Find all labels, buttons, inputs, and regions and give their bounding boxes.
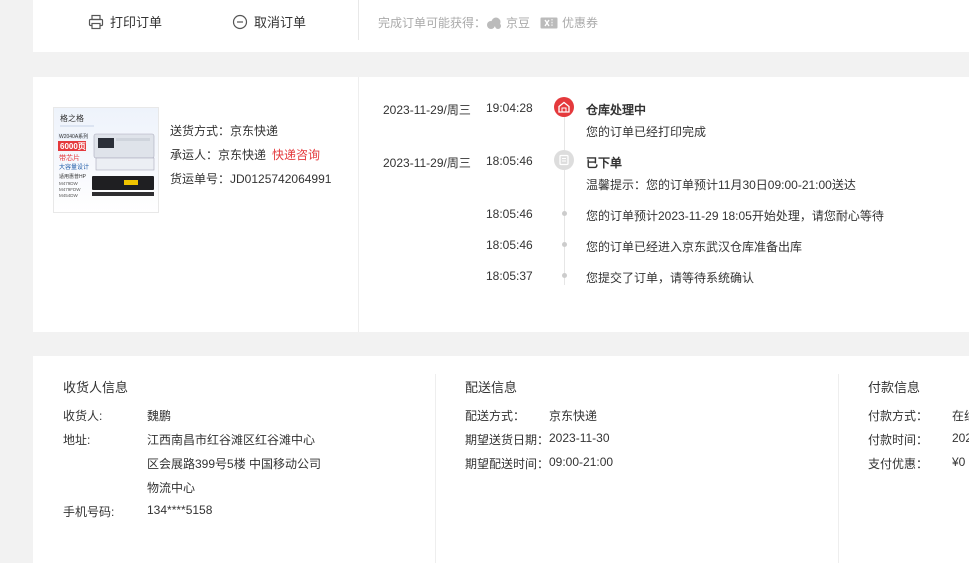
shipping-method-row: 送货方式：京东快递 — [170, 119, 331, 143]
rewards-label: 完成订单可能获得： — [378, 16, 487, 30]
reward-coupon-label: 优惠券 — [562, 16, 599, 30]
timeline-status-title: 仓库处理中 — [586, 103, 647, 117]
timeline-status-text: 您的订单已经打印完成 — [586, 125, 707, 139]
receiver-name-value: 魏鹏 — [147, 409, 172, 423]
receiver-address-label: 地址: — [63, 433, 91, 447]
shipping-method-value: 京东快递 — [230, 124, 279, 138]
cancel-order-button[interactable]: 取消订单 — [232, 12, 306, 31]
product-thumbnail[interactable]: 格之格 W2040A系列 6000页 带芯片 大容量设计 适用惠普HP M479… — [53, 107, 159, 213]
payment-time-value: 2023 — [952, 431, 969, 445]
divider — [358, 0, 359, 40]
order-info-panel: 收货人信息 收货人: 魏鹏 地址: 江西南昌市红谷滩区红谷滩中心 区会展路399… — [33, 356, 969, 563]
warehouse-icon — [554, 97, 574, 117]
payment-time-label: 付款时间： — [868, 433, 929, 447]
reward-beans-label: 京豆 — [506, 16, 531, 30]
receiver-address-line: 江西南昌市红谷滩区红谷滩中心 — [147, 433, 316, 447]
timeline-time: 18:05:46 — [486, 207, 533, 221]
product-model-line: W2040A系列 — [59, 133, 88, 140]
receiver-address-line: 物流中心 — [147, 481, 196, 495]
payment-discount-label: 支付优惠： — [868, 457, 929, 471]
tracking-number-label: 货运单号： — [170, 172, 231, 186]
timeline-status-text: 您的订单已经进入京东武汉仓库准备出库 — [586, 240, 803, 254]
bean-icon — [487, 17, 502, 29]
payment-info-title: 付款信息 — [868, 380, 921, 395]
timeline-time: 18:05:46 — [486, 154, 533, 168]
reward-beans: 京豆 — [486, 14, 530, 31]
order-placed-icon — [554, 150, 574, 170]
timeline-status-text: 温馨提示：您的订单预计11月30日09:00-21:00送达 — [586, 178, 856, 192]
timeline-status-text: 您的订单预计2023-11-29 18:05开始处理，请您耐心等待 — [586, 209, 884, 223]
product-compat-title: 适用惠普HP — [59, 173, 87, 180]
divider — [838, 374, 839, 563]
timeline-status-title: 已下单 — [586, 156, 623, 170]
product-compat-model: M479FDW — [59, 187, 81, 192]
timeline-dot — [562, 242, 567, 247]
print-order-button[interactable]: 打印订单 — [88, 12, 162, 31]
print-order-label: 打印订单 — [110, 15, 163, 30]
receiver-info-title: 收货人信息 — [63, 380, 129, 395]
receiver-phone-label: 手机号码: — [63, 505, 115, 519]
payment-method-value: 在线 — [952, 409, 969, 423]
tracking-number-value: JD0125742064991 — [230, 172, 332, 186]
delivery-time-value: 09:00-21:00 — [549, 455, 614, 469]
shipment-tracking-panel: 格之格 W2040A系列 6000页 带芯片 大容量设计 适用惠普HP M479… — [33, 77, 969, 332]
product-image: 格之格 W2040A系列 6000页 带芯片 大容量设计 适用惠普HP M479… — [58, 113, 155, 198]
timeline-status-text: 您提交了订单，请等待系统确认 — [586, 271, 755, 285]
delivery-method-label: 配送方式： — [465, 409, 526, 423]
shipment-info: 送货方式：京东快递 承运人：京东快递 快递咨询 货运单号：JD0125742064… — [170, 119, 331, 191]
product-compat-model: M454DW — [59, 193, 79, 198]
timeline-date: 2023-11-29/周三 — [383, 156, 471, 170]
timeline-time: 18:05:37 — [486, 269, 533, 283]
order-actions-bar: 打印订单 取消订单 完成订单可能获得： 京豆 优惠券 — [33, 0, 969, 52]
carrier-row: 承运人：京东快递 快递咨询 — [170, 143, 331, 167]
timeline-time: 18:05:46 — [486, 238, 533, 252]
product-pages-badge: 6000页 — [60, 142, 86, 151]
product-capacity-label: 大容量设计 — [59, 163, 89, 171]
timeline-time: 19:04:28 — [486, 101, 533, 115]
carrier-label: 承运人： — [170, 148, 219, 162]
printer-icon — [88, 14, 104, 29]
courier-inquiry-link[interactable]: 快递咨询 — [272, 148, 320, 162]
receiver-address-line: 区会展路399号5楼 中国移动公司 — [147, 457, 322, 471]
tracking-number-row: 货运单号：JD0125742064991 — [170, 167, 331, 191]
shipping-method-label: 送货方式： — [170, 124, 231, 138]
product-compat-model: M479DW — [59, 181, 79, 186]
divider — [358, 77, 359, 332]
minus-circle-icon — [232, 14, 248, 29]
timeline-dot — [562, 273, 567, 278]
timeline-dot — [562, 211, 567, 216]
product-brand-text: 格之格 — [60, 113, 84, 123]
rewards-info: 完成订单可能获得： 京豆 优惠券 — [378, 14, 598, 31]
product-chip-label: 带芯片 — [59, 153, 80, 162]
receiver-name-label: 收货人: — [63, 409, 103, 423]
coupon-icon — [540, 17, 558, 28]
payment-discount-value: ¥0 — [952, 455, 966, 469]
receiver-phone-value: 134****5158 — [147, 503, 213, 517]
timeline-line — [564, 113, 565, 285]
divider — [435, 374, 436, 563]
delivery-method-value: 京东快递 — [549, 409, 598, 423]
carrier-value: 京东快递 — [218, 148, 267, 162]
payment-method-label: 付款方式： — [868, 409, 929, 423]
delivery-date-label: 期望送货日期： — [465, 433, 550, 447]
timeline-date: 2023-11-29/周三 — [383, 103, 471, 117]
delivery-time-label: 期望配送时间： — [465, 457, 550, 471]
reward-coupon: 优惠券 — [540, 14, 598, 31]
delivery-info-title: 配送信息 — [465, 380, 518, 395]
cancel-order-label: 取消订单 — [254, 15, 307, 30]
delivery-date-value: 2023-11-30 — [549, 431, 610, 445]
